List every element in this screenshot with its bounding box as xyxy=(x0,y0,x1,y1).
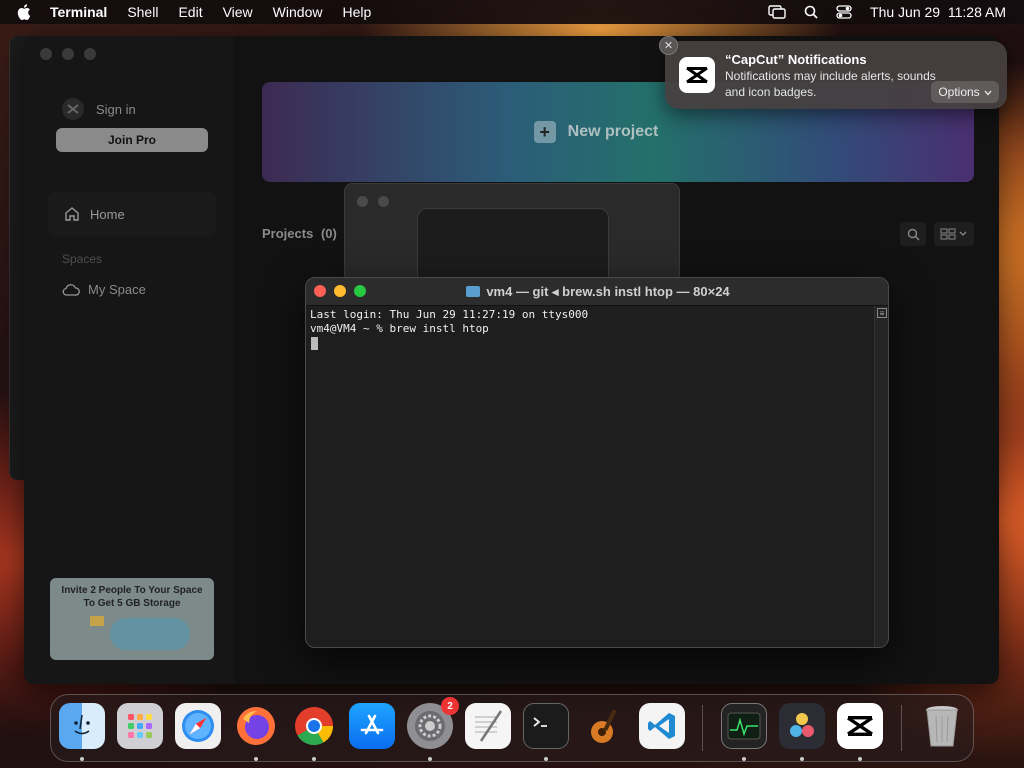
project-search-button[interactable] xyxy=(900,222,926,246)
chevron-down-icon xyxy=(984,85,992,99)
scroll-marker-icon[interactable]: ≡ xyxy=(877,308,887,318)
menu-bar: Terminal Shell Edit View Window Help Thu… xyxy=(0,0,1024,24)
notification-title: “CapCut” Notifications xyxy=(725,52,867,67)
projects-heading: Projects (0) xyxy=(262,226,337,241)
menu-view[interactable]: View xyxy=(223,4,253,20)
terminal-line: vm4@VM4 ~ % brew instl htop xyxy=(310,322,489,335)
running-indicator xyxy=(800,757,804,761)
dock-vscode-icon[interactable] xyxy=(639,703,685,749)
dialog-minimize-button[interactable] xyxy=(378,196,389,207)
apple-menu-icon[interactable] xyxy=(14,2,34,22)
terminal-line: Last login: Thu Jun 29 11:27:19 on ttys0… xyxy=(310,308,589,321)
dock-textedit-icon[interactable] xyxy=(465,703,511,749)
invite-banner-text: Invite 2 People To Your Space To Get 5 G… xyxy=(61,585,203,609)
running-indicator xyxy=(858,757,862,761)
dock-firefox-icon[interactable] xyxy=(233,703,279,749)
dock-davinci-resolve-icon[interactable] xyxy=(779,703,825,749)
notification-badge: 2 xyxy=(441,697,459,715)
capcut-sidebar: Sign in Join Pro Home Spaces My Space In… xyxy=(24,36,234,684)
home-label: Home xyxy=(90,206,125,222)
minimize-button[interactable] xyxy=(334,285,346,297)
sign-in-link[interactable]: Sign in xyxy=(62,98,136,120)
menu-app-name[interactable]: Terminal xyxy=(50,4,107,20)
dock-finder-icon[interactable] xyxy=(59,703,105,749)
minimize-button-inactive[interactable] xyxy=(62,48,74,60)
search-icon xyxy=(907,228,920,241)
dock-launchpad-icon[interactable] xyxy=(117,703,163,749)
close-button[interactable] xyxy=(314,285,326,297)
running-indicator xyxy=(254,757,258,761)
invite-cloud-illustration xyxy=(110,618,190,650)
menu-edit[interactable]: Edit xyxy=(178,4,202,20)
running-indicator xyxy=(312,757,316,761)
running-indicator xyxy=(428,757,432,761)
cloud-icon xyxy=(62,283,80,296)
terminal-scrollbar[interactable]: ≡ xyxy=(874,306,888,647)
invite-illustration-icon xyxy=(90,616,104,626)
dock-activity-monitor-icon[interactable] xyxy=(721,703,767,749)
dock-terminal-icon[interactable] xyxy=(523,703,569,749)
terminal-title-text: vm4 — git ◂ brew.sh instl htop — 80×24 xyxy=(486,283,730,299)
menu-shell[interactable]: Shell xyxy=(127,4,158,20)
notification-options-button[interactable]: Options xyxy=(931,81,999,103)
folder-icon xyxy=(466,286,481,297)
projects-count: (0) xyxy=(320,226,337,241)
dock-capcut-icon[interactable] xyxy=(837,703,883,749)
screen-mirroring-icon[interactable] xyxy=(768,5,786,19)
capcut-app-icon xyxy=(679,57,715,93)
spaces-heading: Spaces xyxy=(62,252,103,266)
dock: 2 xyxy=(50,694,974,762)
options-label: Options xyxy=(938,85,980,99)
terminal-output[interactable]: Last login: Thu Jun 29 11:27:19 on ttys0… xyxy=(310,308,876,646)
running-indicator xyxy=(742,757,746,761)
projects-label: Projects xyxy=(262,226,314,241)
terminal-cursor-line xyxy=(310,336,876,350)
control-center-icon[interactable] xyxy=(836,5,852,19)
notification-close-icon[interactable]: ✕ xyxy=(659,36,678,55)
close-button-inactive[interactable] xyxy=(40,48,52,60)
running-indicator xyxy=(80,757,84,761)
running-indicator xyxy=(544,757,548,761)
dock-garageband-icon[interactable] xyxy=(581,703,627,749)
dock-app-store-icon[interactable] xyxy=(349,703,395,749)
dialog-close-button[interactable] xyxy=(357,196,368,207)
dock-chrome-icon[interactable] xyxy=(291,703,337,749)
notification-body: Notifications may include alerts, sounds… xyxy=(725,69,936,99)
dock-safari-icon[interactable] xyxy=(175,703,221,749)
menu-help[interactable]: Help xyxy=(342,4,371,20)
zoom-button[interactable] xyxy=(354,285,366,297)
invite-banner[interactable]: Invite 2 People To Your Space To Get 5 G… xyxy=(50,578,214,660)
terminal-window: vm4 — git ◂ brew.sh instl htop — 80×24 L… xyxy=(305,277,889,648)
grid-view-icon xyxy=(940,228,967,240)
sign-in-label: Sign in xyxy=(96,101,136,117)
terminal-window-controls xyxy=(314,285,366,297)
capcut-notification[interactable]: “CapCut” Notifications Notifications may… xyxy=(665,41,1007,109)
capcut-window-controls xyxy=(40,48,96,60)
terminal-titlebar[interactable]: vm4 — git ◂ brew.sh instl htop — 80×24 xyxy=(306,278,888,306)
text-cursor xyxy=(311,336,318,350)
new-project-label: New project xyxy=(567,123,659,140)
menu-clock[interactable]: Thu Jun 29 11:28 AM xyxy=(870,4,1006,20)
terminal-title: vm4 — git ◂ brew.sh instl htop — 80×24 xyxy=(466,283,730,300)
sidebar-item-home[interactable]: Home xyxy=(48,192,216,236)
join-pro-button[interactable]: Join Pro xyxy=(56,128,208,152)
spotlight-search-icon[interactable] xyxy=(804,5,818,19)
dock-separator xyxy=(901,705,902,751)
plus-icon: + xyxy=(533,121,556,143)
dock-trash-icon[interactable] xyxy=(919,703,965,749)
view-toggle-button[interactable] xyxy=(934,222,974,246)
dialog-window-controls xyxy=(357,196,389,207)
dock-separator xyxy=(702,705,703,751)
my-space-label: My Space xyxy=(88,282,146,297)
menu-window[interactable]: Window xyxy=(273,4,323,20)
home-icon xyxy=(64,207,80,221)
zoom-button-inactive[interactable] xyxy=(84,48,96,60)
sidebar-item-my-space[interactable]: My Space xyxy=(62,282,146,297)
dock-system-settings-icon[interactable]: 2 xyxy=(407,697,459,749)
avatar-icon xyxy=(62,98,84,120)
